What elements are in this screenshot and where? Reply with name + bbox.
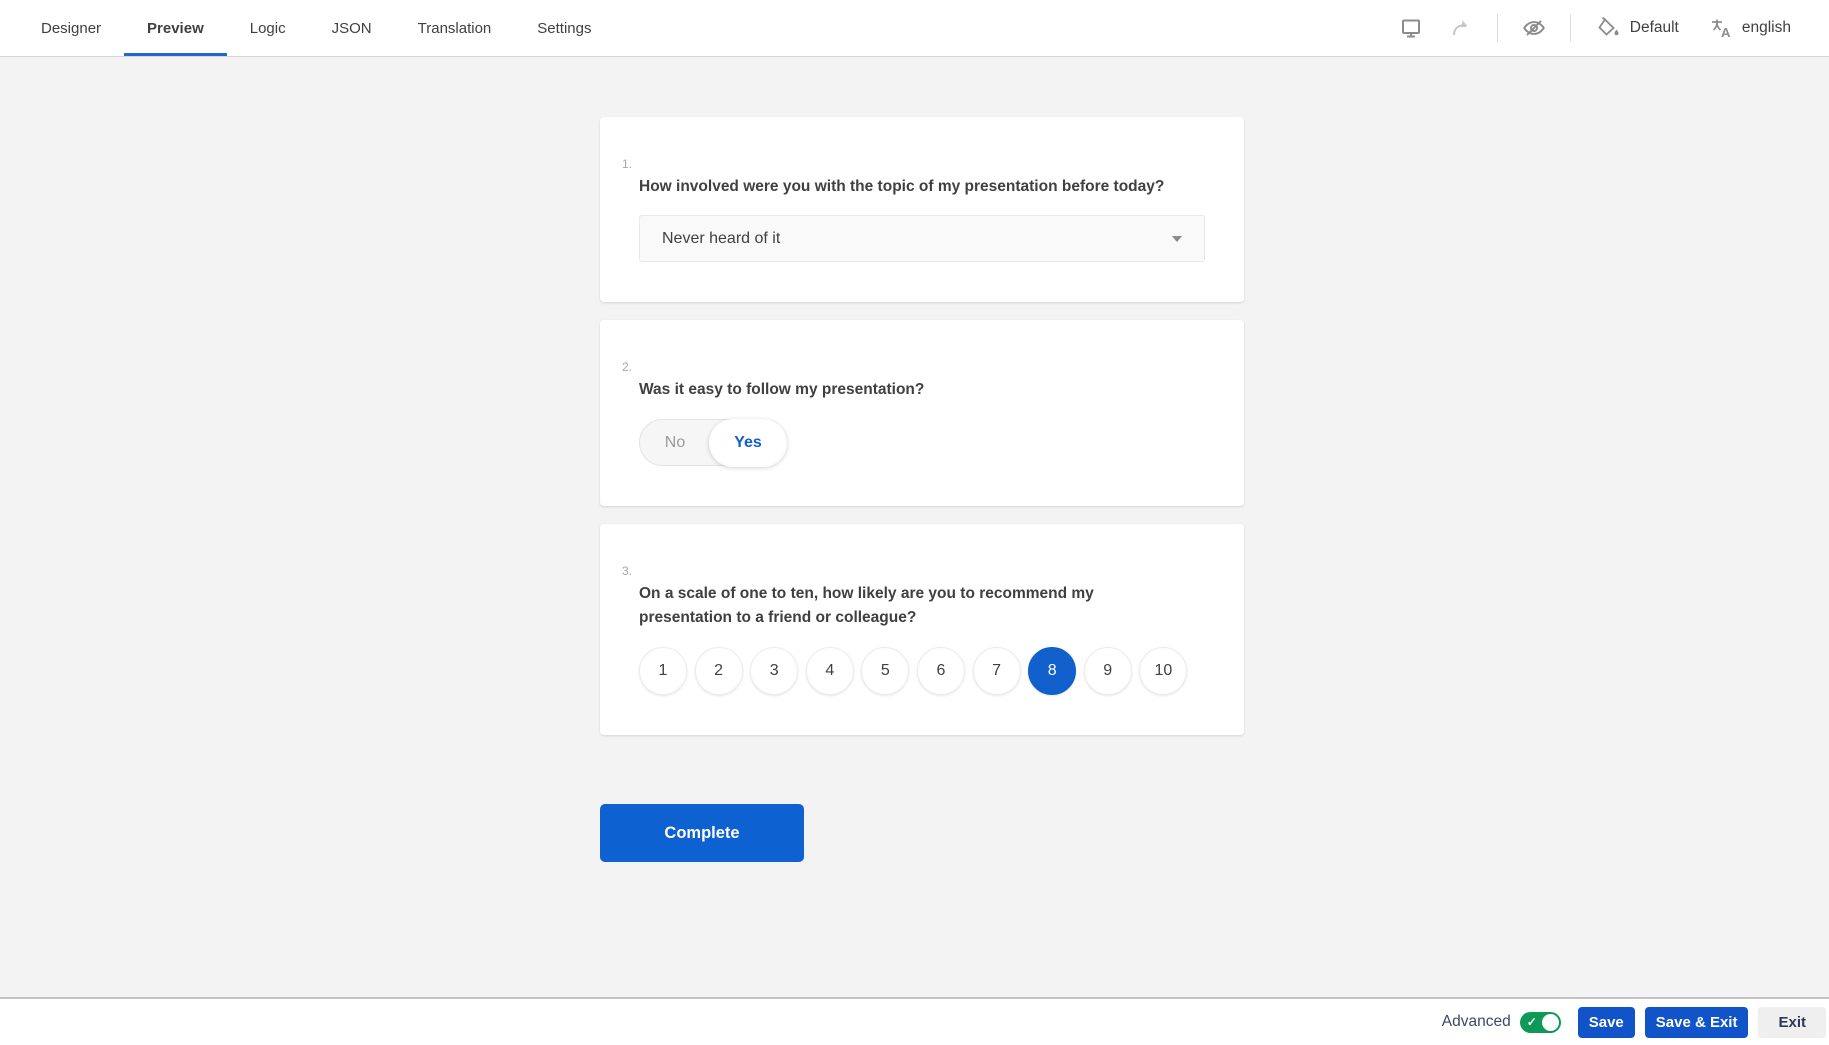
toolbar-actions: Default A english — [1391, 0, 1801, 56]
tab-preview[interactable]: Preview — [124, 0, 227, 56]
language-selector[interactable]: A english — [1699, 10, 1801, 46]
question-1-number: 1. — [622, 155, 632, 173]
question-2-title: 2.Was it easy to follow my presentation? — [639, 354, 1205, 402]
question-2-number: 2. — [622, 358, 632, 376]
theme-label: Default — [1630, 19, 1679, 37]
advanced-switch[interactable]: ✓ — [1520, 1012, 1561, 1033]
question-1-dropdown[interactable]: Never heard of it — [639, 215, 1205, 262]
eye-slash-icon — [1521, 15, 1547, 41]
exit-button[interactable]: Exit — [1758, 1007, 1826, 1038]
tab-settings[interactable]: Settings — [514, 0, 614, 56]
tab-bar: Designer Preview Logic JSON Translation … — [18, 0, 614, 56]
question-1-title: 1.How involved were you with the topic o… — [639, 151, 1205, 199]
toolbar-divider — [1497, 14, 1498, 42]
dropdown-selected-value: Never heard of it — [662, 230, 780, 248]
tab-translation[interactable]: Translation — [395, 0, 515, 56]
advanced-toggle-group: Advanced ✓ — [1442, 1012, 1561, 1033]
rating-3[interactable]: 3 — [750, 647, 798, 695]
boolean-no-label[interactable]: No — [640, 434, 710, 452]
question-3-title: 3.On a scale of one to ten, how likely a… — [639, 558, 1205, 630]
question-3-number: 3. — [622, 562, 632, 580]
rating-8-selected[interactable]: 8 — [1028, 647, 1076, 695]
advanced-label: Advanced — [1442, 1013, 1511, 1031]
question-card-2: 2.Was it easy to follow my presentation?… — [600, 320, 1244, 506]
tab-json[interactable]: JSON — [309, 0, 395, 56]
question-card-3: 3. On a scale of one to ten, how likely a… — [600, 524, 1244, 735]
tab-logic[interactable]: Logic — [227, 0, 309, 56]
svg-text:A: A — [1721, 25, 1731, 40]
save-button[interactable]: Save — [1578, 1007, 1635, 1038]
theme-selector[interactable]: Default — [1587, 10, 1689, 46]
save-and-exit-button[interactable]: Save & Exit — [1645, 1007, 1749, 1038]
switch-knob — [1542, 1014, 1559, 1031]
rating-1[interactable]: 1 — [639, 647, 687, 695]
boolean-yes-label: Yes — [734, 434, 762, 452]
complete-button[interactable]: Complete — [600, 804, 804, 862]
boolean-thumb[interactable]: Yes — [709, 419, 787, 467]
device-preview-button[interactable] — [1391, 8, 1431, 48]
boolean-toggle[interactable]: No Yes — [639, 419, 787, 466]
question-2-title-text: Was it easy to follow my presentation? — [639, 381, 924, 398]
question-1-title-text: How involved were you with the topic of … — [639, 178, 1164, 195]
check-icon: ✓ — [1527, 1014, 1537, 1031]
rating-scale: 1 2 3 4 5 6 7 8 9 10 — [639, 647, 1205, 695]
rating-2[interactable]: 2 — [695, 647, 743, 695]
chevron-down-icon — [1172, 236, 1182, 242]
monitor-icon — [1399, 16, 1423, 40]
redo-arrow-icon — [1449, 16, 1473, 40]
question-card-1: 1. How involved were you with the topic o… — [600, 117, 1244, 302]
hide-panel-button[interactable] — [1514, 8, 1554, 48]
paint-bucket-icon — [1597, 16, 1621, 40]
rating-4[interactable]: 4 — [806, 647, 854, 695]
footer-bar: Advanced ✓ Save Save & Exit Exit — [0, 997, 1829, 1045]
rating-6[interactable]: 6 — [917, 647, 965, 695]
survey-column: 1. How involved were you with the topic o… — [600, 57, 1244, 862]
survey-preview-area: 1. How involved were you with the topic o… — [0, 57, 1829, 997]
top-toolbar: Designer Preview Logic JSON Translation … — [0, 0, 1829, 57]
tab-designer[interactable]: Designer — [18, 0, 124, 56]
translate-icon: A — [1709, 16, 1733, 40]
redo-button[interactable] — [1441, 8, 1481, 48]
rating-7[interactable]: 7 — [973, 647, 1021, 695]
language-label: english — [1742, 19, 1791, 37]
question-3-title-text: On a scale of one to ten, how likely are… — [639, 585, 1094, 626]
rating-5[interactable]: 5 — [861, 647, 909, 695]
rating-9[interactable]: 9 — [1084, 647, 1132, 695]
rating-10[interactable]: 10 — [1139, 647, 1187, 695]
toolbar-divider — [1570, 14, 1571, 42]
